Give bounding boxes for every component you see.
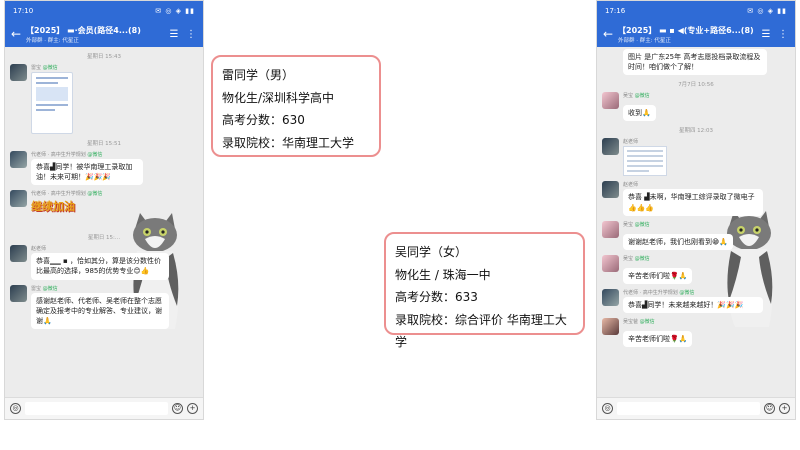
- message-bubble[interactable]: 恭喜▁▁ ▪ ，恰如其分，算是该分数性价比最高的选择，985的优势专业😊👍: [31, 253, 169, 280]
- avatar[interactable]: [602, 181, 619, 199]
- message-bubble[interactable]: 恭喜 ▟未啊，华南理工综评录取了微电子👍👍👍: [623, 189, 763, 216]
- message-item: 代老师 · 高中生升学规划 @微信 恭喜▟同学！未来越来越好！🎉🎉🎉: [602, 288, 790, 314]
- avatar[interactable]: [602, 288, 619, 306]
- chat-header: ← 【2025】 ▬·会员(路径4...(8) 外部群 · 群主: 代星正 ☰ …: [5, 21, 203, 47]
- avatar[interactable]: [10, 245, 27, 263]
- timestamp: 星期四 12:03: [678, 128, 714, 135]
- message-bubble[interactable]: 感谢赵老师、代老师、吴老师在整个志愿确定及报考中的专业解答、专业建议，谢谢🙏: [31, 292, 169, 329]
- student-name: 吴同学（女）: [395, 245, 468, 259]
- student-name: 雷同学（男）: [222, 68, 295, 82]
- more-icon[interactable]: ⋮: [185, 29, 197, 40]
- message-item: 吴宝 @微信 收到🙏: [602, 92, 790, 122]
- sender-name: 吴宝 @微信: [623, 255, 650, 262]
- message-list[interactable]: 星期日 15:43 雷宝 @微信 星期日 15:51 代老师 · 高中生升学规划…: [5, 47, 203, 397]
- sender-name: 赵老师: [623, 139, 639, 146]
- sender-name: 代老师 · 高中生升学规划 @微信: [31, 152, 103, 158]
- chat-subtitle: 外部群 · 群主: 代星正: [618, 37, 671, 44]
- sender-name: 代老师 · 高中生升学规划 @微信: [623, 289, 695, 296]
- image-message[interactable]: [31, 72, 73, 134]
- student-subjects-school: 物化生/深圳科学高中: [222, 90, 335, 105]
- sender-name: 吴宝 @微信: [623, 221, 650, 228]
- message-item: 雷宝 @微信: [10, 64, 198, 134]
- screenshot-canvas: 17:10 ✉ ◎ ◈ ▮▮ ← 【2025】 ▬·会员(路径4...(8) 外…: [0, 0, 800, 450]
- message-bubble[interactable]: 辛苦老师们啦🌹🙏: [623, 267, 693, 284]
- student-score: 高考分数：633: [395, 290, 478, 304]
- more-icon[interactable]: ⋮: [777, 29, 789, 40]
- avatar[interactable]: [602, 254, 619, 272]
- image-message[interactable]: [623, 146, 667, 177]
- student-admission: 录取院校：综合评价 华南理工大学: [395, 312, 567, 350]
- timestamp: 7月7日 10:56: [678, 82, 714, 89]
- sender-name: 吴宝爸 @微信: [623, 319, 655, 326]
- sender-name: 赵老师: [31, 246, 47, 253]
- chat-header: ← 【2025】 ▬ ▪ ◀(专业+路径6...(8) 外部群 · 群主: 代星…: [597, 21, 795, 47]
- sender-name: 代老师 · 高中生升学规划 @微信: [31, 191, 103, 198]
- message-item: 雷宝 @微信 感谢赵老师、代老师、吴老师在整个志愿确定及报考中的专业解答、专业建…: [10, 284, 198, 329]
- plus-icon[interactable]: +: [187, 403, 198, 414]
- chat-title: 【2025】 ▬·会员(路径4...(8): [26, 25, 141, 35]
- student-admission: 录取院校：华南理工大学: [222, 135, 355, 150]
- avatar[interactable]: [602, 138, 619, 156]
- status-time: 17:16: [605, 7, 626, 15]
- back-arrow-icon[interactable]: ←: [603, 27, 613, 41]
- chat-title: 【2025】 ▬ ▪ ◀(专业+路径6...(8): [618, 25, 754, 35]
- sender-name: 吴宝 @微信: [623, 93, 650, 100]
- student-score: 高考分数：630: [222, 113, 305, 127]
- message-item: 赵老师: [602, 138, 790, 177]
- message-input[interactable]: [617, 402, 760, 415]
- message-bubble[interactable]: 图片 是广东25年 高考志愿投档录取流程及时间！咱们做个了解！: [623, 49, 767, 76]
- voice-icon[interactable]: ◎: [10, 403, 21, 414]
- message-bubble[interactable]: 恭喜▟同学！被华南理工录取加油！未来可期！🎉🎉🎉: [31, 159, 143, 186]
- voice-icon[interactable]: ◎: [602, 403, 613, 414]
- left-phone-chat: 17:10 ✉ ◎ ◈ ▮▮ ← 【2025】 ▬·会员(路径4...(8) 外…: [4, 0, 204, 420]
- message-list[interactable]: 图片 是广东25年 高考志愿投档录取流程及时间！咱们做个了解！ 7月7日 10:…: [597, 47, 795, 397]
- message-item: 代老师 · 高中生升学规划 @微信 恭喜▟同学！被华南理工录取加油！未来可期！🎉…: [10, 151, 198, 186]
- message-item: 代老师 · 高中生升学规划 @微信 继续加油: [10, 190, 198, 228]
- sender-name: 赵老师: [623, 182, 639, 189]
- sticker-message[interactable]: 继续加油: [31, 198, 75, 228]
- message-input[interactable]: [25, 402, 168, 415]
- status-time: 17:10: [13, 7, 34, 15]
- avatar[interactable]: [602, 92, 619, 110]
- chat-subtitle: 外部群 · 群主: 代星正: [26, 37, 79, 44]
- message-item: 赵老师 恭喜 ▟未啊，华南理工综评录取了微电子👍👍👍: [602, 181, 790, 216]
- back-arrow-icon[interactable]: ←: [11, 27, 21, 41]
- status-bar: 17:10 ✉ ◎ ◈ ▮▮: [5, 1, 203, 21]
- menu-icon[interactable]: ☰: [168, 29, 180, 40]
- message-bubble[interactable]: 恭喜▟同学！未来越来越好！🎉🎉🎉: [623, 296, 763, 314]
- message-bubble[interactable]: 收到🙏: [623, 105, 656, 122]
- sender-name: 雷宝 @微信: [31, 285, 58, 292]
- status-bar: 17:16 ✉ ◎ ◈ ▮▮: [597, 1, 795, 21]
- student-info-card-1: 雷同学（男） 物化生/深圳科学高中 高考分数：630 录取院校：华南理工大学: [211, 55, 381, 157]
- emoji-icon[interactable]: ☺: [764, 403, 775, 414]
- emoji-icon[interactable]: ☺: [172, 403, 183, 414]
- avatar[interactable]: [10, 190, 27, 208]
- plus-icon[interactable]: +: [779, 403, 790, 414]
- avatar[interactable]: [602, 220, 619, 238]
- status-icons: ✉ ◎ ◈ ▮▮: [747, 7, 787, 15]
- sender-name: 雷宝 @微信: [31, 65, 58, 71]
- student-subjects-school: 物化生 / 珠海一中: [395, 267, 491, 282]
- message-item: 吴宝爸 @微信 辛苦老师们啦🌹🙏: [602, 318, 790, 348]
- message-item: 图片 是广东25年 高考志愿投档录取流程及时间！咱们做个了解！: [602, 49, 790, 76]
- avatar[interactable]: [10, 284, 27, 302]
- student-info-card-2: 吴同学（女） 物化生 / 珠海一中 高考分数：633 录取院校：综合评价 华南理…: [384, 232, 585, 349]
- input-bar: ◎ ☺ +: [597, 397, 795, 419]
- menu-icon[interactable]: ☰: [760, 29, 772, 40]
- input-bar: ◎ ☺ +: [5, 397, 203, 419]
- avatar[interactable]: [602, 318, 619, 336]
- message-item: 赵老师 恭喜▁▁ ▪ ，恰如其分，算是该分数性价比最高的选择，985的优势专业😊…: [10, 245, 198, 280]
- timestamp: 星期日 15:51: [86, 141, 122, 147]
- status-icons: ✉ ◎ ◈ ▮▮: [155, 7, 195, 15]
- message-bubble[interactable]: 辛苦老师们啦🌹🙏: [623, 331, 693, 348]
- message-bubble[interactable]: 谢谢赵老师，我们也刚看到😁🙏: [623, 233, 734, 250]
- avatar[interactable]: [10, 64, 27, 81]
- avatar[interactable]: [10, 151, 27, 168]
- right-phone-chat: 17:16 ✉ ◎ ◈ ▮▮ ← 【2025】 ▬ ▪ ◀(专业+路径6...(…: [596, 0, 796, 420]
- timestamp: 星期日 15:43: [86, 54, 122, 60]
- message-item: 吴宝 @微信 谢谢赵老师，我们也刚看到😁🙏: [602, 220, 790, 250]
- message-item: 吴宝 @微信 辛苦老师们啦🌹🙏: [602, 254, 790, 284]
